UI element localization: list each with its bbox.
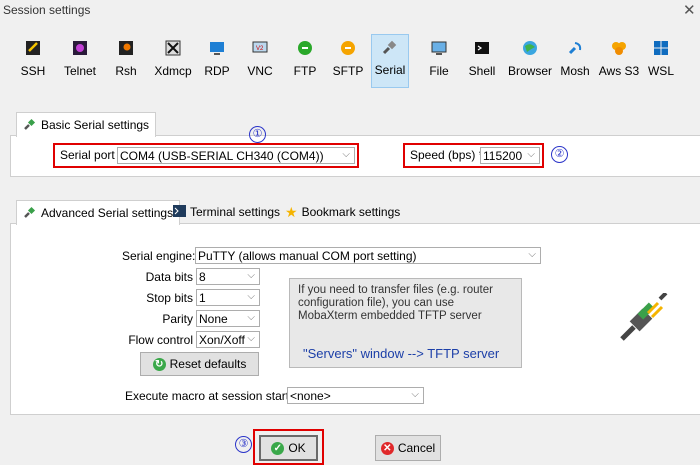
session-type-telnet[interactable]: Telnet — [60, 36, 100, 86]
session-type-rsh[interactable]: Rsh — [112, 36, 140, 86]
session-type-shell[interactable]: Shell — [466, 36, 498, 86]
ssh-icon — [23, 38, 43, 58]
mosh-icon — [565, 38, 585, 58]
file-icon — [429, 38, 449, 58]
flow-control-select[interactable]: Xon/Xoff ⌵ — [196, 331, 260, 348]
shell-icon — [472, 38, 492, 58]
macro-select[interactable]: <none> ⌵ — [287, 387, 424, 404]
stop-bits-label: Stop bits — [146, 291, 193, 305]
tftp-server-link[interactable]: "Servers" window --> TFTP server — [303, 346, 499, 361]
speed-label: Speed (bps) * — [410, 148, 484, 162]
serial-icon — [23, 205, 37, 222]
aws-s3-icon — [609, 38, 629, 58]
sftp-icon — [338, 38, 358, 58]
svg-text:V2: V2 — [256, 46, 264, 52]
refresh-icon: ↻ — [152, 357, 166, 371]
plug-icon — [620, 291, 668, 344]
chevron-down-icon: ⌵ — [342, 149, 350, 160]
telnet-icon — [70, 38, 90, 58]
tftp-info-text: If you need to transfer files (e.g. rout… — [298, 284, 493, 322]
chevron-down-icon: ⌵ — [247, 291, 255, 302]
serial-engine-select[interactable]: PuTTY (allows manual COM port setting) ⌵ — [195, 247, 541, 264]
close-circle-icon: ✕ — [380, 441, 394, 455]
session-type-ftp[interactable]: FTP — [292, 36, 318, 86]
tab-terminal-settings[interactable]: Terminal settings — [173, 200, 280, 224]
tftp-info-box: If you need to transfer files (e.g. rout… — [289, 278, 522, 368]
serial-icon — [380, 37, 400, 57]
macro-label: Execute macro at session start: — [125, 389, 293, 403]
chevron-down-icon: ⌵ — [411, 389, 419, 400]
session-type-toolbar: SSH Telnet Rsh Xdmcp RDP V2 VNC FTP SFTP… — [0, 24, 700, 88]
session-type-ssh[interactable]: SSH — [18, 36, 48, 86]
ftp-icon — [295, 38, 315, 58]
session-type-xdmcp[interactable]: Xdmcp — [152, 36, 194, 86]
tab-bookmark-settings[interactable]: ★ Bookmark settings — [285, 200, 400, 224]
session-type-aws-s3[interactable]: Aws S3 — [598, 36, 640, 86]
session-type-vnc[interactable]: V2 VNC — [245, 36, 275, 86]
chevron-down-icon: ⌵ — [527, 149, 535, 160]
tab-advanced-serial-settings[interactable]: Advanced Serial settings — [16, 200, 181, 225]
star-icon: ★ — [285, 203, 298, 220]
parity-select[interactable]: None ⌵ — [196, 310, 260, 327]
serial-icon — [23, 117, 37, 134]
session-type-sftp[interactable]: SFTP — [332, 36, 364, 86]
chevron-down-icon: ⌵ — [247, 312, 255, 323]
close-icon[interactable]: ✕ — [683, 1, 696, 19]
title-bar: Session settings ✕ — [0, 0, 700, 22]
rsh-icon — [116, 38, 136, 58]
rdp-icon — [207, 38, 227, 58]
session-type-wsl[interactable]: WSL — [646, 36, 676, 86]
checkmark-icon: ✓ — [271, 441, 285, 455]
cancel-button[interactable]: ✕ Cancel — [375, 435, 441, 461]
chevron-down-icon: ⌵ — [247, 270, 255, 281]
session-type-serial[interactable]: Serial — [371, 34, 409, 88]
speed-select[interactable]: 115200 ⌵ — [480, 147, 540, 164]
session-type-rdp[interactable]: RDP — [202, 36, 232, 86]
xdmcp-icon — [163, 38, 183, 58]
data-bits-select[interactable]: 8 ⌵ — [196, 268, 260, 285]
annotation-marker-1: ① — [249, 126, 266, 143]
browser-icon — [520, 38, 540, 58]
reset-defaults-button[interactable]: ↻ Reset defaults — [140, 352, 259, 376]
parity-label: Parity — [162, 312, 193, 326]
tab-basic-serial-settings[interactable]: Basic Serial settings — [16, 112, 157, 137]
data-bits-label: Data bits — [145, 270, 193, 284]
stop-bits-select[interactable]: 1 ⌵ — [196, 289, 260, 306]
annotation-marker-3: ③ — [235, 436, 252, 453]
vnc-icon: V2 — [250, 38, 270, 58]
serial-port-select[interactable]: COM4 (USB-SERIAL CH340 (COM4)) ⌵ — [117, 147, 355, 164]
ok-button[interactable]: ✓ OK — [259, 435, 318, 461]
serial-engine-label: Serial engine: — [122, 249, 196, 263]
terminal-icon — [173, 204, 186, 220]
session-type-file[interactable]: File — [426, 36, 452, 86]
window-title: Session settings — [3, 3, 91, 17]
chevron-down-icon: ⌵ — [528, 249, 536, 260]
session-type-mosh[interactable]: Mosh — [559, 36, 591, 86]
annotation-marker-2: ② — [551, 146, 568, 163]
wsl-icon — [651, 38, 671, 58]
session-type-browser[interactable]: Browser — [507, 36, 553, 86]
flow-control-label: Flow control — [128, 333, 193, 347]
chevron-down-icon: ⌵ — [247, 333, 255, 344]
serial-port-label: Serial port * — [60, 148, 123, 162]
